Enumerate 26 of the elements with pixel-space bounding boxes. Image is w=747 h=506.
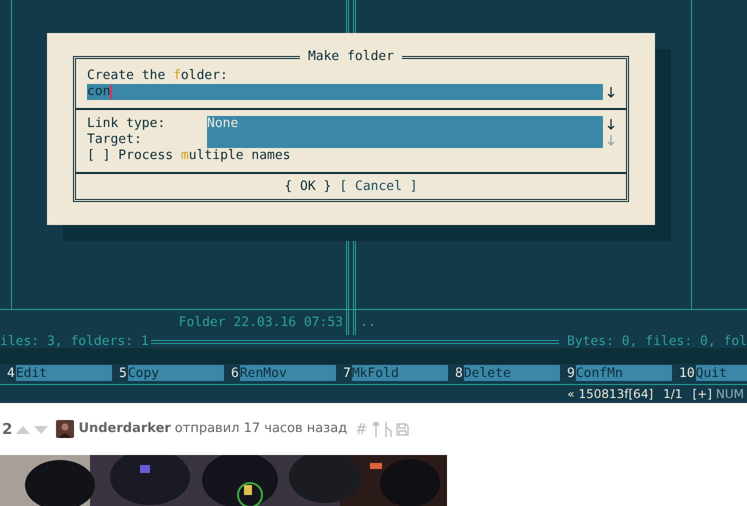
dialog-button[interactable]: [ Cancel ] bbox=[339, 176, 418, 196]
vote-up-icon[interactable] bbox=[16, 424, 30, 434]
modified-status-text: [+] bbox=[692, 386, 712, 403]
file-info: .. bbox=[360, 314, 376, 330]
folder-name-field[interactable]: con bbox=[87, 84, 603, 100]
down-arrow-icon[interactable] bbox=[607, 118, 615, 130]
link-type-label: Link type: bbox=[87, 116, 166, 132]
target-label: Target: bbox=[87, 132, 143, 148]
save-icon[interactable] bbox=[396, 422, 409, 436]
panel-summary: iles: 3, folders: 1 bbox=[0, 335, 149, 348]
folder-name-label: Create the folder: bbox=[87, 68, 228, 83]
page-counter: 1/1 bbox=[663, 386, 682, 403]
down-arrow-icon[interactable] bbox=[607, 86, 615, 98]
panel-summary: Bytes: 0, files: 0, fol bbox=[566, 335, 747, 348]
vote-down-icon[interactable] bbox=[34, 424, 48, 434]
file-info: Folder 22.03.16 07:53 bbox=[178, 314, 343, 332]
num-lock-indicator: NUM bbox=[716, 386, 744, 403]
dialog-button[interactable]: { OK } bbox=[284, 176, 332, 196]
file-name: « 150813f[64] bbox=[567, 386, 654, 403]
author-link[interactable]: Underdarker bbox=[78, 419, 171, 439]
score: 2 bbox=[2, 418, 12, 440]
up-arrow-icon[interactable] bbox=[372, 421, 380, 437]
post-time: отправил 17 часов назад bbox=[174, 420, 348, 438]
avatar-icon bbox=[56, 420, 74, 438]
branch-icon[interactable] bbox=[384, 421, 392, 437]
multiple-names-checkbox[interactable]: [ ] Process multiple names bbox=[87, 148, 615, 164]
